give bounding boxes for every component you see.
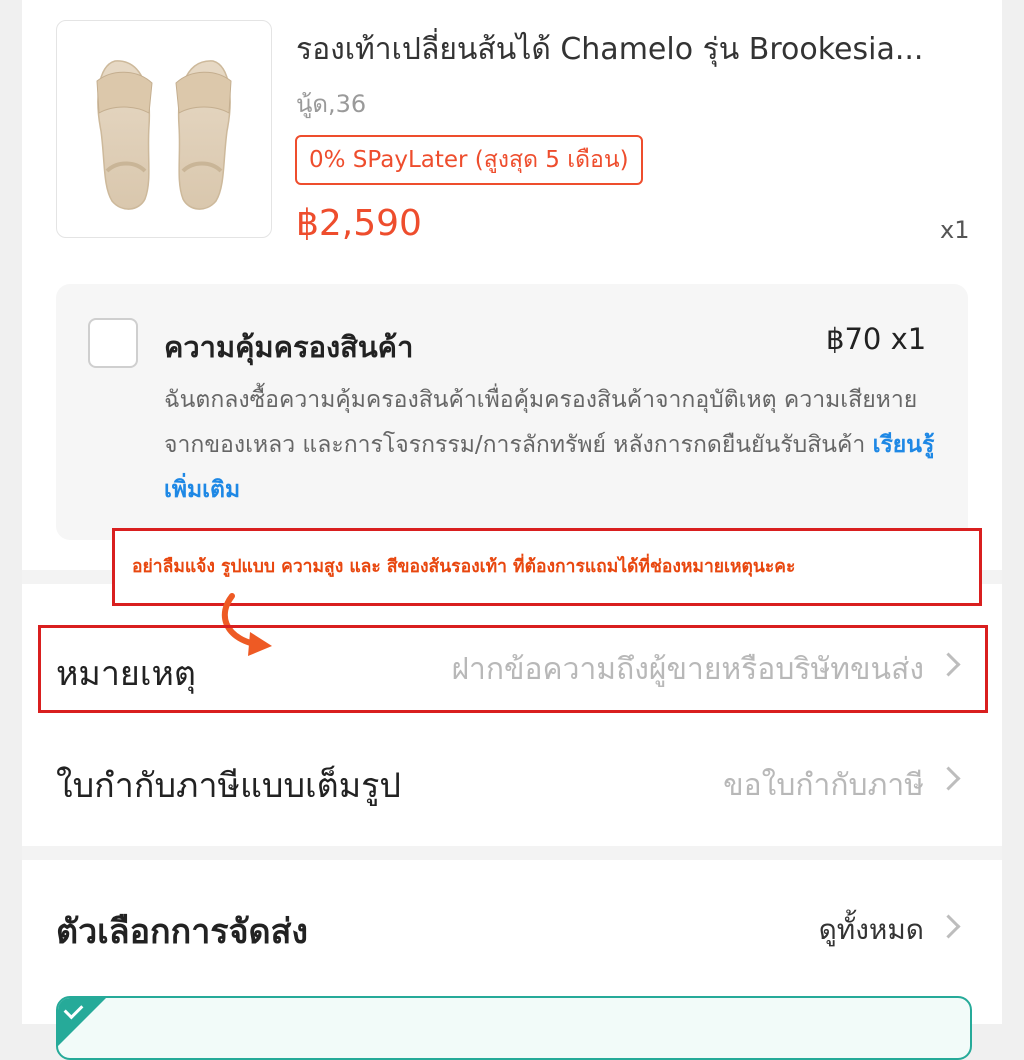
shipping-options-label: ตัวเลือกการจัดส่ง: [56, 912, 308, 952]
protection-description: ฉันตกลงซื้อความคุ้มครองสินค้าเพื่อคุ้มคร…: [164, 378, 944, 513]
protection-description-text: ฉันตกลงซื้อความคุ้มครองสินค้าเพื่อคุ้มคร…: [164, 387, 918, 458]
product-price: ฿2,590: [296, 203, 422, 244]
view-all-shipping-link[interactable]: ดูทั้งหมด: [819, 908, 924, 952]
product-title[interactable]: รองเท้าเปลี่ยนส้นได้ Chamelo รุ่น Brooke…: [296, 26, 976, 73]
tax-invoice-label: ใบกำกับภาษีแบบเต็มรูป: [56, 766, 401, 806]
selected-shipping-option[interactable]: [56, 996, 972, 1060]
spaylater-badge: 0% SPayLater (สูงสุด 5 เดือน): [295, 135, 643, 185]
product-variant: นู้ด,36: [296, 90, 367, 118]
note-label: หมายเหตุ: [56, 654, 196, 694]
annotation-text: อย่าลืมแจ้ง รูปแบบ ความสูง และ สีของส้นร…: [132, 557, 796, 577]
product-thumbnail[interactable]: [56, 20, 272, 238]
section-divider: [22, 846, 1002, 860]
protection-checkbox[interactable]: [88, 318, 138, 368]
product-quantity: x1: [940, 216, 970, 244]
tax-invoice-request[interactable]: ขอใบกำกับภาษี: [723, 762, 924, 809]
protection-title: ความคุ้มครองสินค้า: [164, 330, 414, 364]
note-input[interactable]: ฝากข้อความถึงผู้ขายหรือบริษัทขนส่ง: [451, 646, 924, 693]
protection-price: ฿70 x1: [826, 322, 927, 356]
sandal-product-image: [96, 60, 232, 210]
